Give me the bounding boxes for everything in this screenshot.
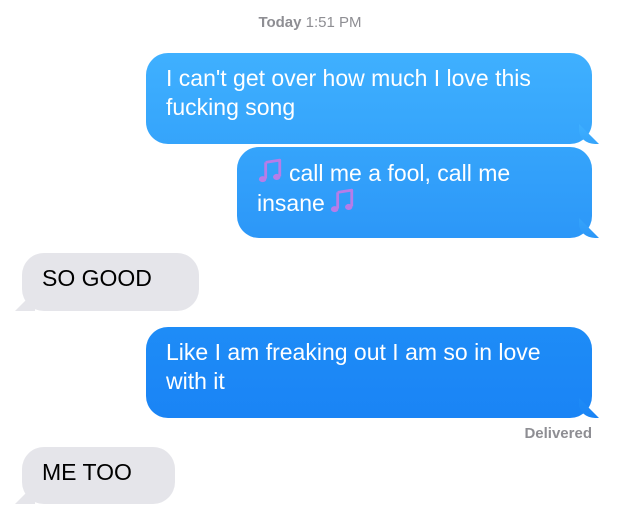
received-message-bubble[interactable]: SO GOOD — [22, 253, 199, 311]
musical-notes-icon — [330, 188, 353, 213]
sent-message-bubble[interactable]: call me a fool, call me insane — [237, 147, 592, 238]
message-text: ME TOO — [42, 459, 132, 485]
message-text: SO GOOD — [42, 265, 152, 291]
sent-message-bubble[interactable]: I can't get over how much I love this fu… — [146, 53, 592, 144]
message-text: Like I am freaking out I am so in love w… — [166, 339, 541, 394]
musical-notes-icon — [258, 158, 282, 183]
delivery-status: Delivered — [524, 425, 592, 442]
timestamp-time: 1:51 PM — [305, 14, 362, 31]
conversation-timestamp: Today 1:51 PM — [0, 14, 620, 31]
message-text: call me a fool, call me insane — [257, 160, 511, 216]
timestamp-day: Today — [258, 14, 302, 31]
message-text: I can't get over how much I love this fu… — [166, 65, 531, 120]
sent-message-bubble[interactable]: Like I am freaking out I am so in love w… — [146, 327, 592, 418]
received-message-bubble[interactable]: ME TOO — [22, 447, 175, 504]
